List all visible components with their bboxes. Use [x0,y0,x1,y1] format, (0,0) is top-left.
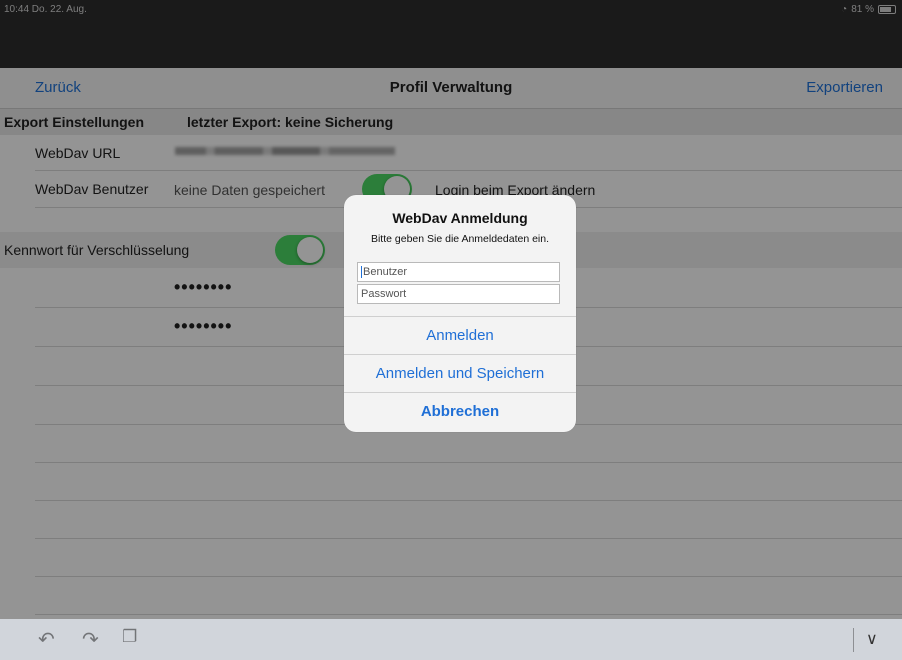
keyboard-toolbar: ↶ ↷ ❐ ∨ [0,619,902,660]
webdav-login-dialog: WebDav Anmeldung Bitte geben Sie die Anm… [344,195,576,432]
undo-icon[interactable]: ↶ [38,627,55,652]
dialog-message: Bitte geben Sie die Anmeldedaten ein. [370,233,550,245]
dialog-title: WebDav Anmeldung [392,210,528,226]
chevron-down-icon[interactable]: ∨ [866,629,878,649]
password-field[interactable]: Passwort [357,284,560,304]
text-cursor [361,266,362,279]
login-and-save-button[interactable]: Anmelden und Speichern [344,354,576,392]
cancel-button[interactable]: Abbrechen [344,392,576,432]
redo-icon[interactable]: ↷ [82,627,99,652]
toolbar-divider [853,628,854,652]
login-button[interactable]: Anmelden [344,316,576,354]
username-placeholder: Benutzer [363,266,408,278]
paste-icon[interactable]: ❐ [122,627,137,647]
password-placeholder: Passwort [361,288,407,300]
username-field[interactable]: Benutzer [357,262,560,282]
